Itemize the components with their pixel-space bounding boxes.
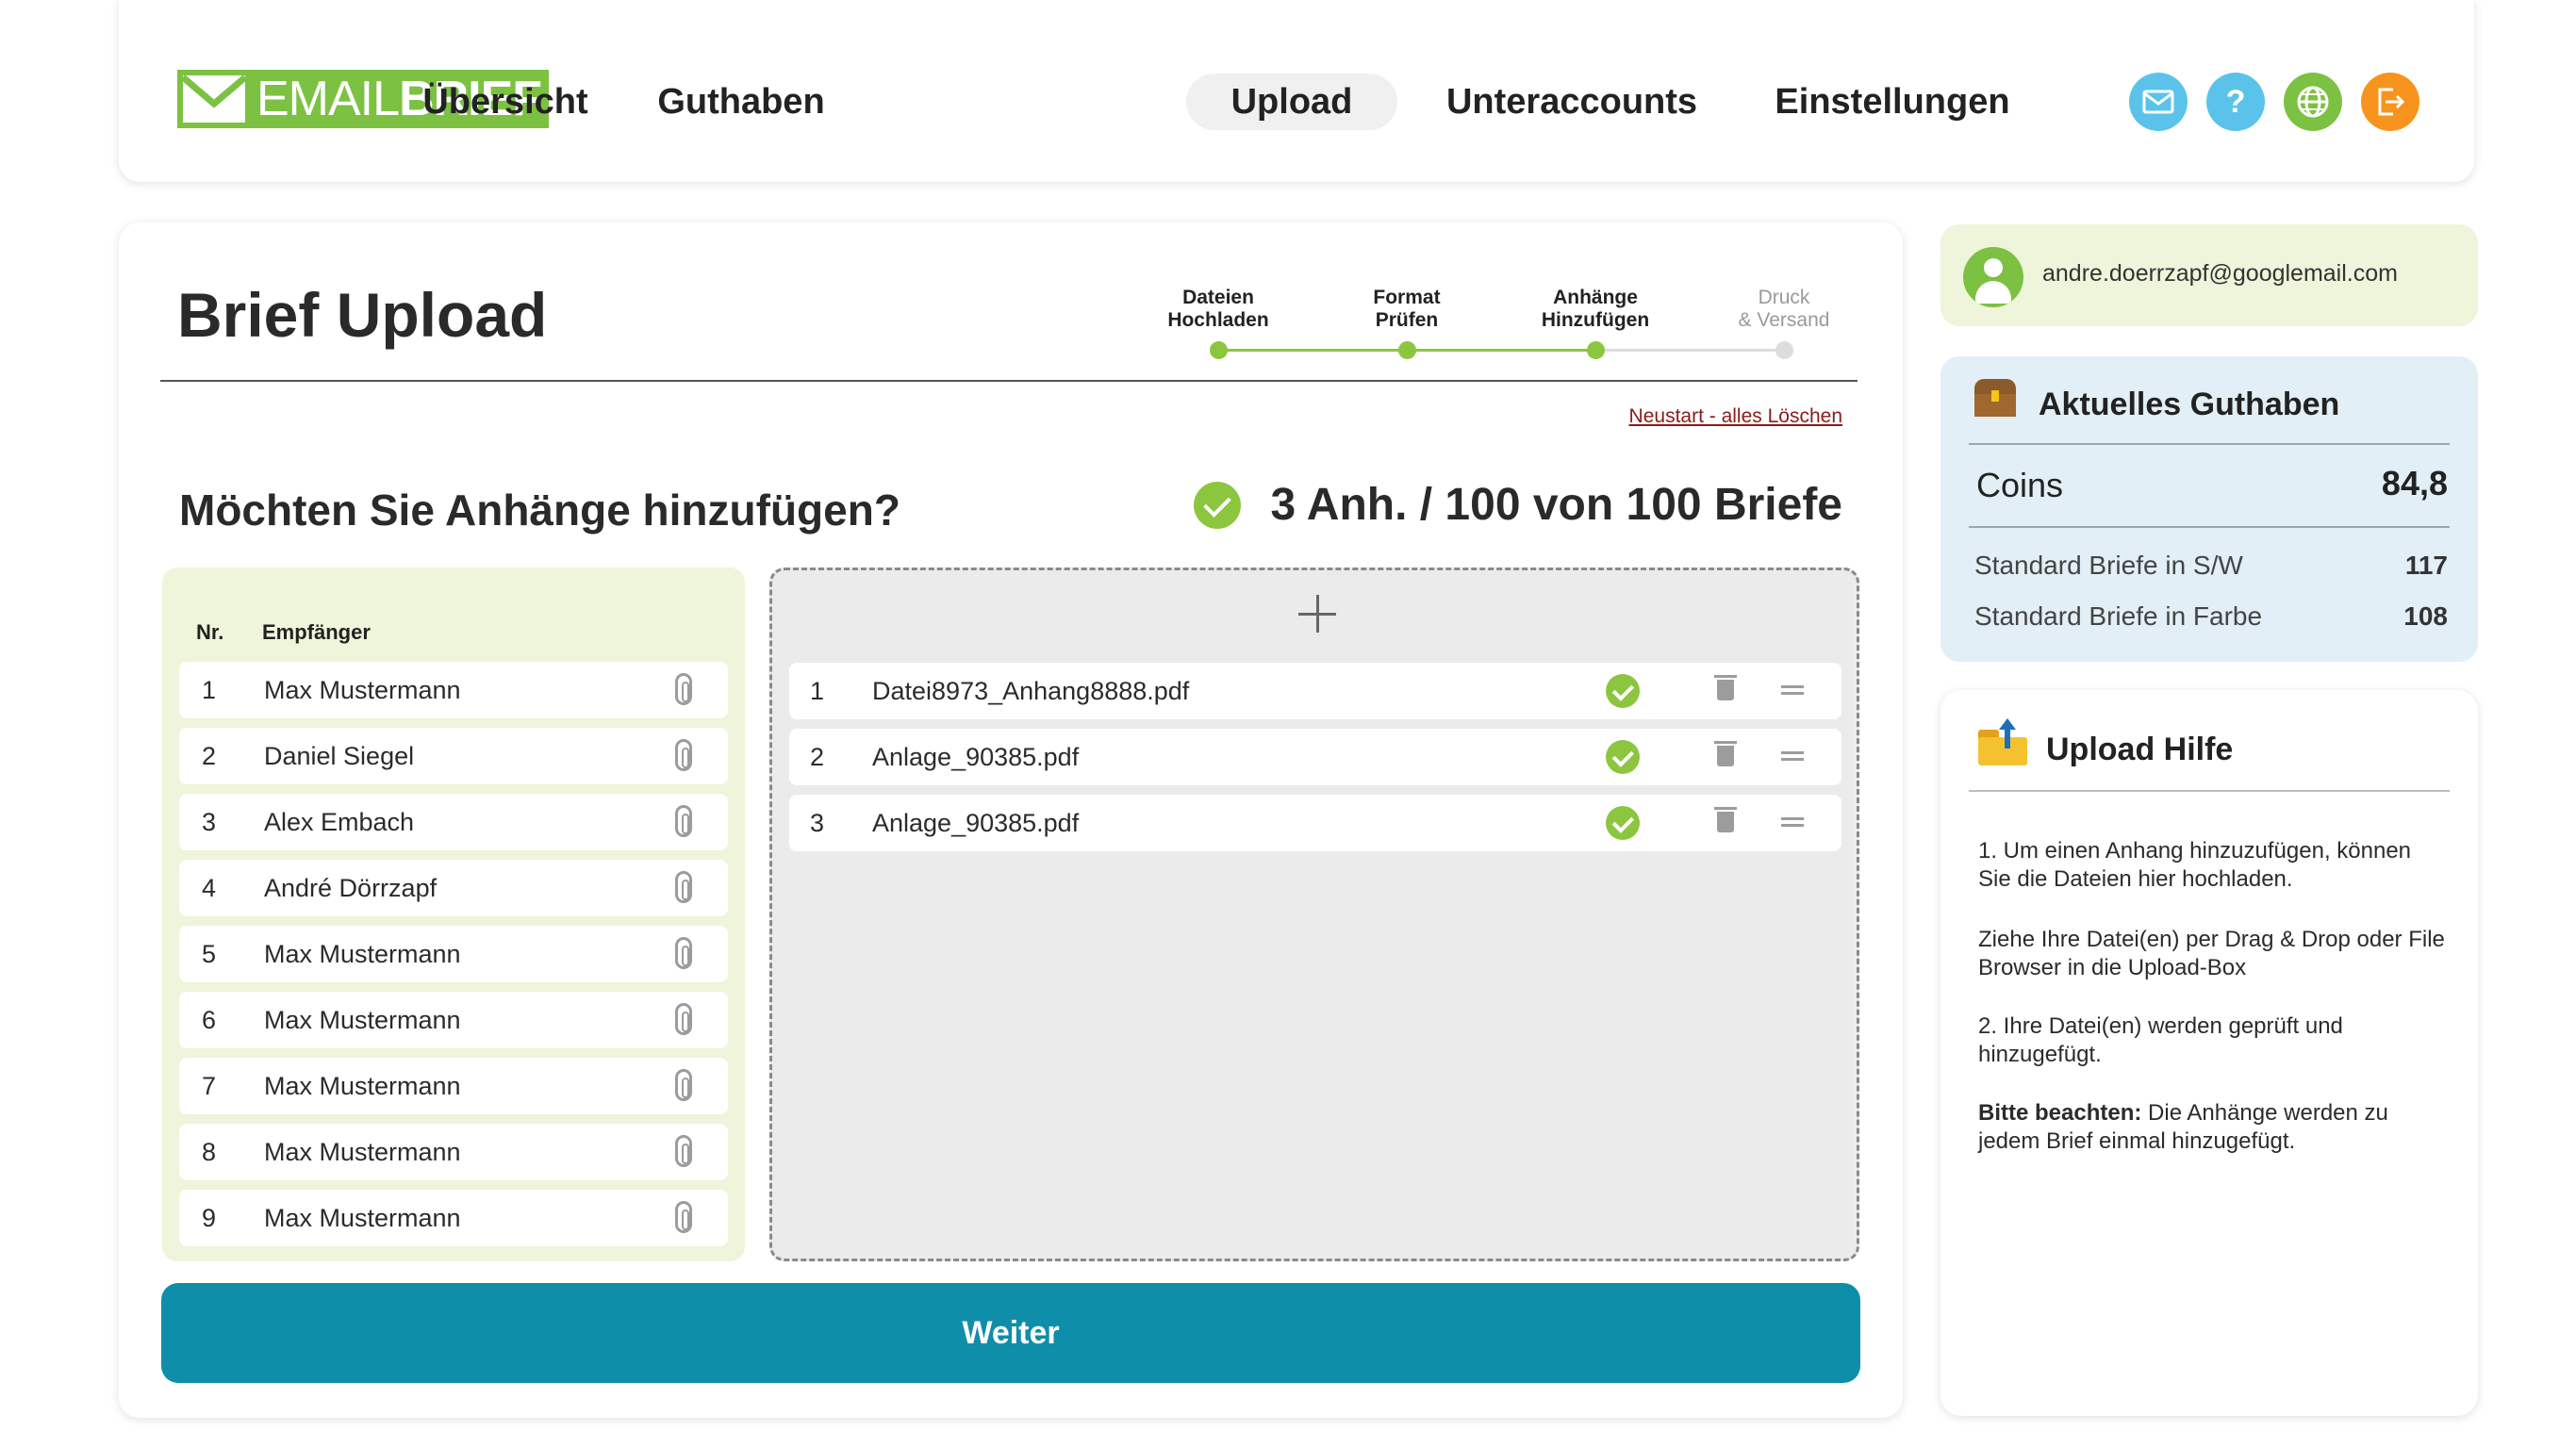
recipient-row[interactable]: 2 Daniel Siegel (179, 728, 728, 784)
treasure-chest-icon (1974, 379, 2016, 417)
paperclip-icon[interactable] (675, 871, 692, 903)
upload-dropzone[interactable]: 1 Datei8973_Anhang8888.pdf 2 Anlage_9038… (769, 568, 1859, 1261)
credit-divider (1969, 443, 2450, 445)
bw-letters-value: 117 (2404, 551, 2448, 580)
help-icon[interactable]: ? (2206, 73, 2265, 131)
paperclip-icon[interactable] (675, 1069, 692, 1101)
paperclip-icon[interactable] (675, 1003, 692, 1035)
coins-label: Coins (1976, 466, 2064, 504)
recipient-list[interactable]: Nr. Empfänger 1 Max Mustermann 2 Daniel Si… (162, 568, 745, 1261)
title-divider (160, 380, 1858, 382)
recipient-row[interactable]: 5 Max Mustermann (179, 926, 728, 982)
page-title: Brief Upload (177, 280, 548, 350)
recipient-header-nr: Nr. (196, 620, 224, 644)
step-1-dot (1210, 341, 1228, 359)
recipient-row[interactable]: 9 Max Mustermann (179, 1190, 728, 1246)
check-circle-icon (1606, 806, 1640, 840)
help-text-4: Bitte beachten: Die Anhänge werden zu je… (1978, 1100, 2388, 1154)
trash-icon[interactable] (1714, 741, 1737, 766)
paperclip-icon[interactable] (675, 739, 692, 771)
file-row[interactable]: 2 Anlage_90385.pdf (789, 729, 1841, 785)
drag-handle-icon[interactable] (1781, 685, 1804, 695)
paperclip-icon[interactable] (675, 1135, 692, 1167)
nav-einstellungen[interactable]: Einstellungen (1756, 74, 2029, 130)
recipient-row[interactable]: 7 Max Mustermann (179, 1058, 728, 1114)
mail-icon[interactable] (2129, 73, 2188, 131)
step-2-dot (1398, 341, 1416, 359)
check-circle-icon (1193, 481, 1241, 529)
globe-icon[interactable] (2284, 73, 2342, 131)
help-title: Upload Hilfe (2046, 732, 2234, 767)
paperclip-icon[interactable] (675, 673, 692, 705)
nav-upload[interactable]: Upload (1186, 74, 1397, 130)
attachments-question: Möchten Sie Anhänge hinzufügen? (179, 485, 900, 535)
step-1-label: Dateien Hochladen (1167, 287, 1269, 331)
paperclip-icon[interactable] (675, 1201, 692, 1233)
check-circle-icon (1606, 740, 1640, 774)
bw-letters-label: Standard Briefe in S/W (1974, 551, 2243, 580)
help-text-2: Ziehe Ihre Datei(en) per Drag & Drop ode… (1978, 927, 2445, 980)
nav-unteraccounts[interactable]: Unteraccounts (1435, 74, 1709, 130)
recipient-row[interactable]: 1 Max Mustermann (179, 662, 728, 718)
continue-button[interactable]: Weiter (161, 1283, 1860, 1383)
attachment-summary: 3 Anh. / 100 von 100 Briefe (1193, 479, 1842, 531)
coins-value: 84,8 (2381, 464, 2448, 502)
envelope-logo-icon (177, 70, 251, 128)
top-header: EMAILBRIEF Übersicht Guthaben Upload Unt… (119, 0, 2474, 182)
reset-link[interactable]: Neustart - alles Löschen (1629, 405, 1842, 428)
recipient-row[interactable]: 3 Alex Embach (179, 794, 728, 850)
file-row[interactable]: 1 Datei8973_Anhang8888.pdf (789, 663, 1841, 719)
color-letters-value: 108 (2403, 601, 2448, 631)
file-name: Anlage_90385.pdf (872, 809, 1080, 837)
credit-card: Aktuelles Guthaben Coins 84,8 Standard B… (1940, 356, 2478, 662)
recipient-row[interactable]: 8 Max Mustermann (179, 1124, 728, 1180)
help-text-3: 2. Ihre Datei(en) werden geprüft und hin… (1978, 1013, 2343, 1067)
recipient-header-name: Empfänger (262, 620, 371, 644)
help-divider (1969, 790, 2450, 792)
credit-title: Aktuelles Guthaben (2039, 387, 2340, 422)
step-line-pending (1595, 349, 1784, 352)
step-2-label: Format Prüfen (1373, 287, 1441, 331)
avatar-icon (1963, 247, 2023, 307)
step-3-label: Anhänge Hinzufügen (1541, 287, 1650, 331)
upload-help-card: Upload Hilfe 1. Um einen Anhang hinzuzuf… (1940, 690, 2478, 1416)
help-text-1: 1. Um einen Anhang hinzuzufügen, können … (1978, 838, 2412, 892)
file-row[interactable]: 3 Anlage_90385.pdf (789, 795, 1841, 851)
file-name: Datei8973_Anhang8888.pdf (872, 677, 1190, 705)
step-4-label: Druck & Versand (1738, 287, 1830, 331)
folder-upload-icon (1978, 718, 2027, 765)
recipient-row[interactable]: 4 André Dörrzapf (179, 860, 728, 916)
user-card[interactable]: andre.doerrzapf@googlemail.com (1940, 224, 2478, 326)
recipient-row[interactable]: 6 Max Mustermann (179, 992, 728, 1048)
step-3-dot (1587, 341, 1605, 359)
drag-handle-icon[interactable] (1781, 817, 1804, 827)
attachment-summary-text: 3 Anh. / 100 von 100 Briefe (1270, 480, 1842, 530)
upload-card: Brief Upload Dateien Hochladen Format Prüf… (119, 222, 1903, 1418)
logout-icon[interactable] (2361, 73, 2419, 131)
trash-icon[interactable] (1714, 807, 1737, 832)
check-circle-icon (1606, 674, 1640, 708)
drag-handle-icon[interactable] (1781, 751, 1804, 761)
file-name: Anlage_90385.pdf (872, 743, 1080, 771)
step-4-dot (1775, 341, 1793, 359)
user-email: andre.doerrzapf@googlemail.com (2042, 260, 2398, 287)
paperclip-icon[interactable] (675, 805, 692, 837)
nav-guthaben[interactable]: Guthaben (647, 74, 835, 130)
credit-divider (1969, 526, 2450, 528)
nav-uebersicht[interactable]: Übersicht (402, 74, 609, 130)
color-letters-label: Standard Briefe in Farbe (1974, 601, 2263, 631)
add-file-plus-icon[interactable] (1298, 595, 1336, 633)
paperclip-icon[interactable] (675, 937, 692, 969)
trash-icon[interactable] (1714, 675, 1737, 700)
